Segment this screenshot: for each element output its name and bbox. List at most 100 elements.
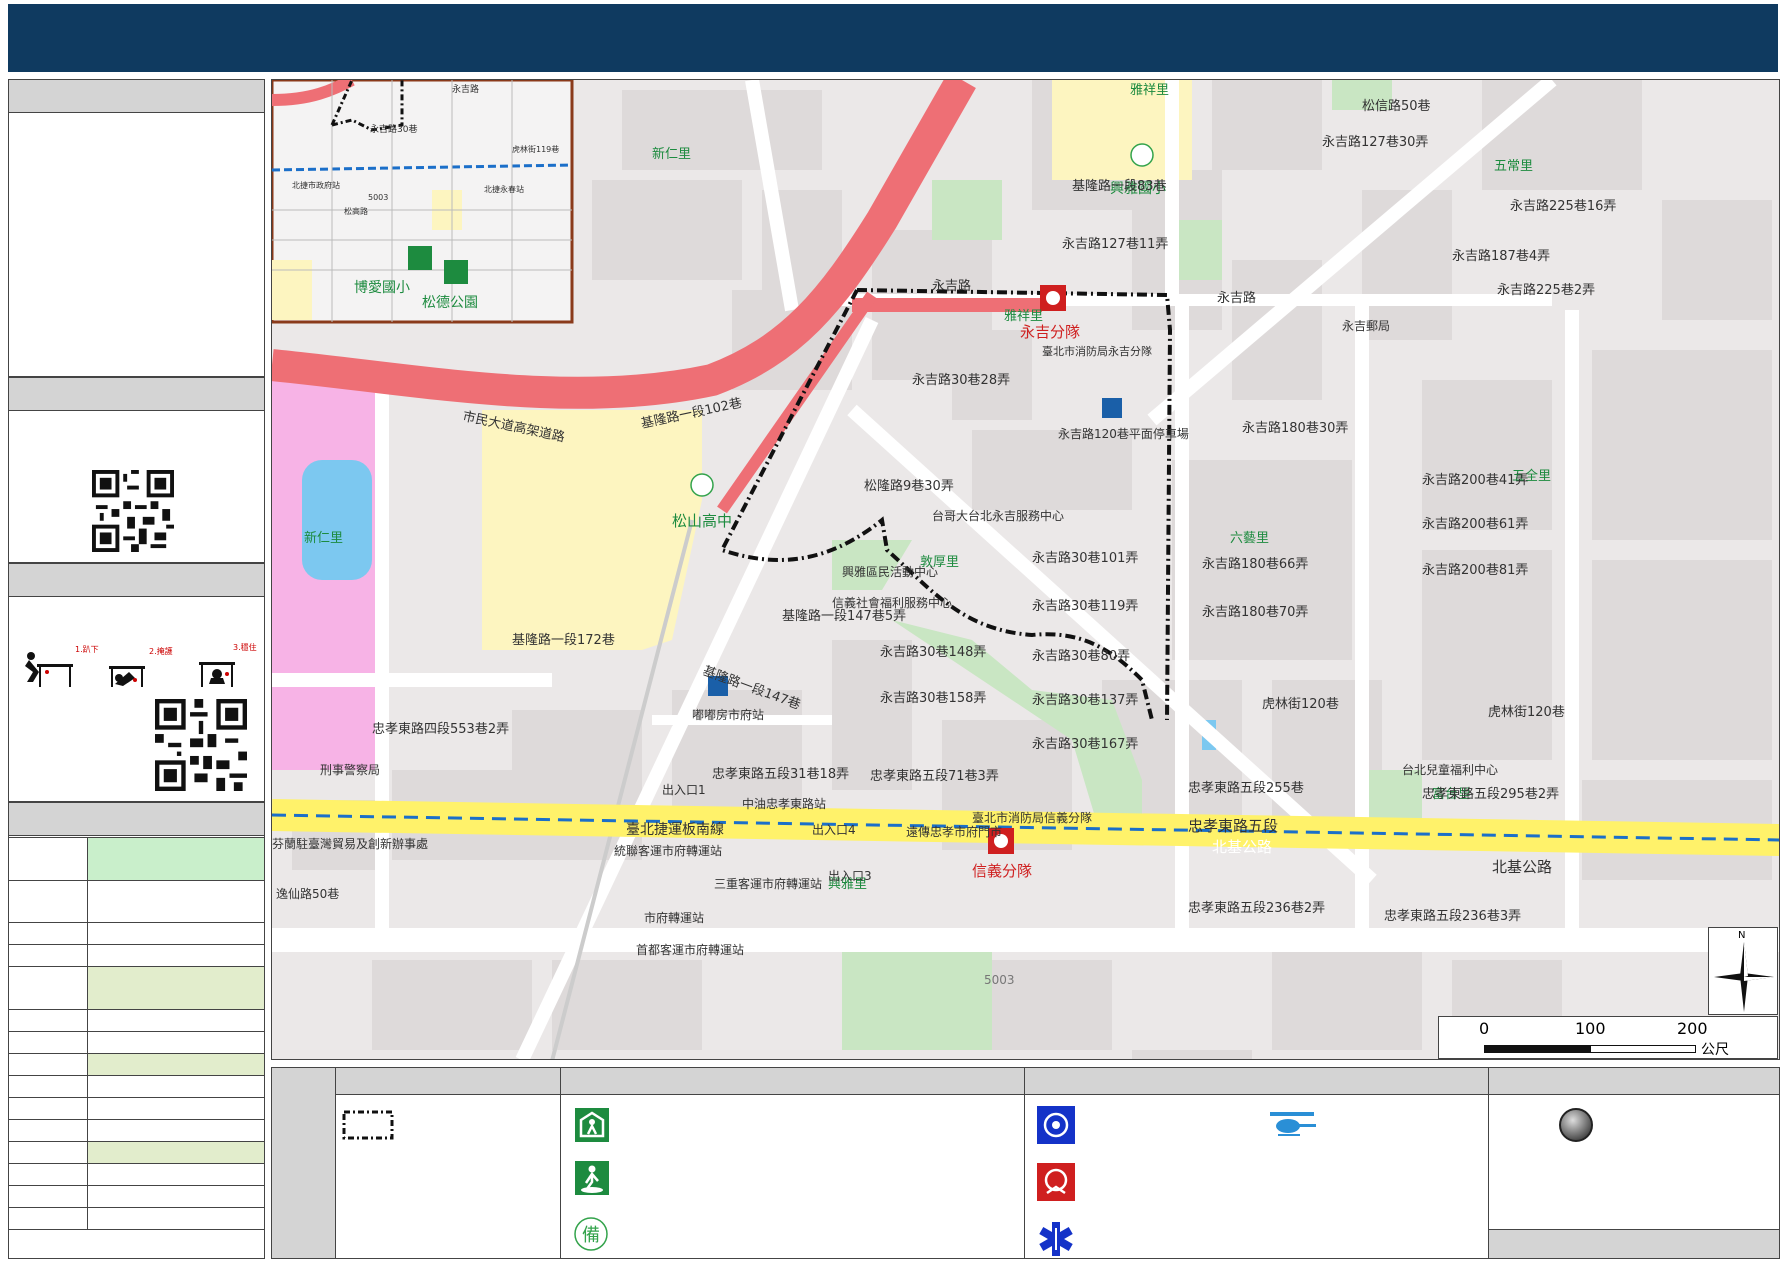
table-cell [8,944,88,967]
legend-header [336,1068,560,1095]
drill-step-3: 3.穩住 [233,642,257,652]
circle-icon [1559,1108,1593,1142]
map-label: 雅祥里 [1130,83,1169,98]
map-label: 出入口3 [828,869,872,883]
table-cell [8,1075,88,1098]
fire-station-icon-inner [1046,291,1060,305]
north-arrow: N [1708,927,1778,1015]
map-label: 台哥大台北永吉服務中心 [932,508,1064,523]
table-cell [8,1053,88,1076]
legend-header [1025,1068,1488,1095]
map-label: 永吉路225巷2弄 [1497,282,1595,298]
map-label: 出入口1 [662,783,706,797]
table-cell [8,1163,88,1186]
scale-tick: 100 [1575,1019,1606,1038]
table-cell [87,966,265,1010]
inset-label: 虎林街119巷 [512,144,559,154]
map-label: 信義社會福利服務中心 [832,595,952,610]
map-label: 虎林街120巷 [1262,697,1339,712]
table-cell [87,944,265,967]
inset-label: 北捷永春站 [484,184,524,194]
map-label: 永吉路30巷148弄 [880,644,986,660]
inset-label: 松德公園 [422,295,478,311]
blue-pond [302,460,372,580]
map-label: 永吉路30巷137弄 [1032,692,1138,708]
map-label: 北基公路 [1212,838,1272,856]
table-cell [8,1185,88,1208]
map-label: 遠傳忠孝市府門市 [906,824,1002,839]
legend-header [561,1068,1024,1095]
inset-label: 松高路 [344,206,368,216]
map-label: 永吉路30巷28弄 [912,372,1010,388]
inset-label: 永吉路30巷 [370,123,417,135]
left-panel-info [8,79,265,377]
legend-col-shelter: 備 [561,1068,1025,1258]
map-label: 永吉路225巷16弄 [1510,198,1616,214]
park-refuge-icon [444,260,468,284]
table-cell [87,1097,265,1120]
map-label: 新仁里 [304,530,343,546]
map-label: 臺北市消防局信義分隊 [972,810,1092,825]
map-label: 永吉路200巷41弄 [1422,472,1528,488]
table-cell [87,1141,265,1164]
map-label: 永吉路180巷70弄 [1202,604,1308,620]
scale-tick: 0 [1479,1019,1490,1038]
table-cell [8,966,88,1010]
panel-header [9,378,264,411]
table-cell [8,1009,88,1032]
qr-code-icon[interactable] [155,699,247,791]
map-label: 忠孝東路五段236巷3弄 [1384,908,1521,924]
inset-label: 博愛國小 [354,279,410,296]
map-label: 永吉路187巷4弄 [1452,248,1550,264]
scale-bar-black [1484,1045,1590,1053]
map-label: 永吉路180巷66弄 [1202,556,1308,572]
inset-label: 5003 [368,193,388,202]
reserve-icon-text: 備 [582,1225,600,1246]
qr-code-icon[interactable] [92,470,174,552]
inset-map: 永吉路 永吉路30巷 北捷市政府站 北捷永春站 松高路 虎林街119巷 5003… [272,80,574,324]
map-label: 信義分隊 [972,862,1032,880]
main-map[interactable]: 永吉路 永吉路30巷 北捷市政府站 北捷永春站 松高路 虎林街119巷 5003… [271,79,1780,1060]
table-cell [8,1097,88,1120]
park-zone [1172,220,1222,280]
map-label: 永吉路 [1217,290,1256,306]
table-cell [87,922,265,945]
table-cell [8,837,88,881]
map-label: 臺北捷運板南線 [626,822,724,838]
map-label: 忠孝東路五段295巷2弄 [1422,786,1559,802]
table-cell [87,1207,265,1230]
map-label: 忠孝東路五段31巷18弄 [712,766,849,782]
legend-col-other [1489,1068,1779,1258]
table-cell [8,1119,88,1142]
map-label: 芬蘭駐臺灣貿易及創新辦事處 [272,836,428,851]
drill-step-1: 1.趴下 [75,645,99,654]
map-label: 永吉郵局 [1342,319,1390,333]
table-cell [87,1163,265,1186]
panel-header [9,80,264,113]
map-label: 五常里 [1494,159,1533,174]
map-label: 北基公路 [1492,858,1552,876]
map-label: 永吉路200巷61弄 [1422,516,1528,532]
park-refuge-icon [575,1161,609,1195]
inset-label: 永吉路 [452,83,479,95]
table-cell [87,1185,265,1208]
left-panel-drill: 1.趴下 2.掩護 3.穩住 [8,563,265,802]
legend-footer [1489,1229,1779,1258]
drill-step-2: 2.掩護 [149,646,173,656]
legend-col-units [1025,1068,1489,1258]
fire-icon [1037,1163,1075,1201]
contact-table [8,837,265,1230]
map-label: 忠孝東路五段236巷2弄 [1188,900,1325,916]
table-cell [8,1207,88,1230]
legend-header [1489,1068,1779,1095]
table-cell [87,1053,265,1076]
map-label: 市府轉運站 [644,910,704,925]
map-label: 永吉路30巷101弄 [1032,550,1138,566]
map-label: 基隆路一段83巷 [1072,178,1167,194]
park-zone [842,940,992,1050]
map-label: 永吉路180巷30弄 [1242,420,1348,436]
compass-icon [1714,942,1774,1012]
map-label: 嘟嘟房市府站 [692,707,764,722]
map-label: 永吉路30巷119弄 [1032,598,1138,614]
helicopter-icon [1270,1112,1316,1136]
